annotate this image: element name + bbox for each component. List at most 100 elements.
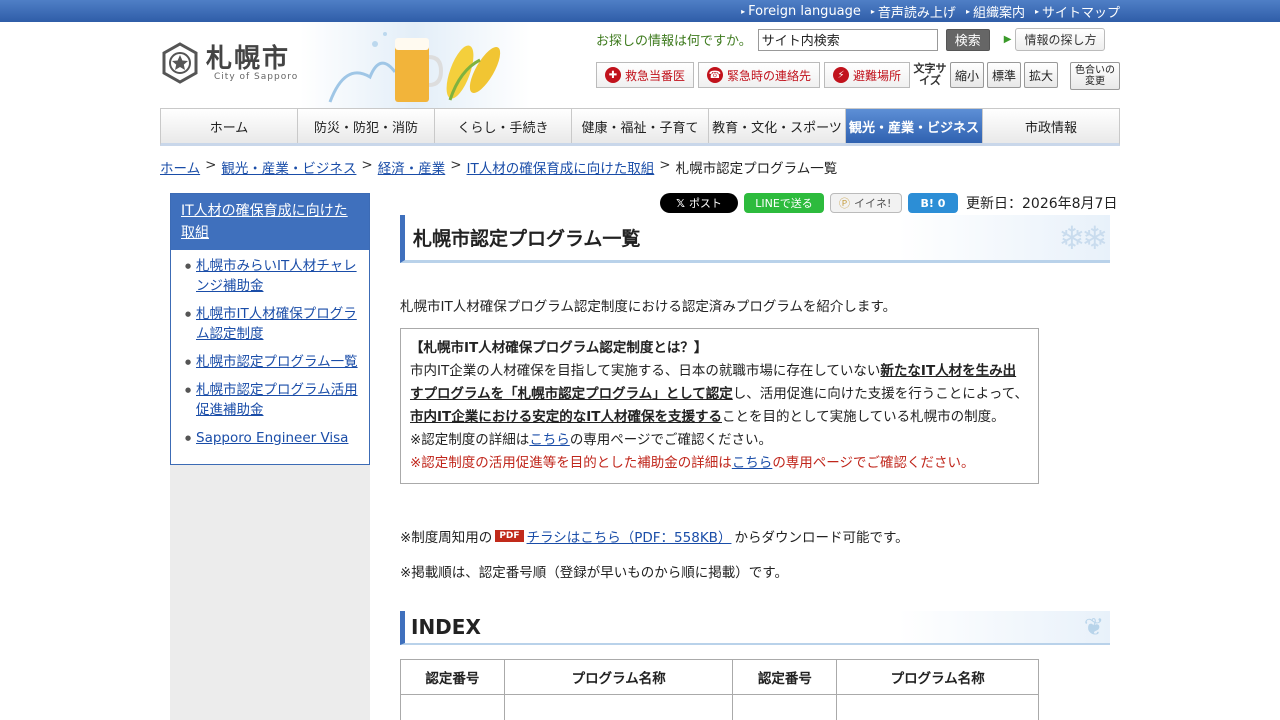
pdf-icon: PDF <box>495 530 524 542</box>
voice-reading-link[interactable]: ▸ 音声読み上げ <box>871 2 956 21</box>
mixi-like-button[interactable]: Ⓟ イイネ! <box>830 193 902 213</box>
breadcrumb-home[interactable]: ホーム <box>160 157 200 177</box>
emergency-doctor-label: 救急当番医 <box>625 68 686 83</box>
play-arrow-icon: ▶ <box>1003 34 1012 45</box>
header-decoration-image <box>300 22 530 108</box>
nav-tourism-business[interactable]: 観光・産業・ビジネス <box>846 109 983 143</box>
program-index-table: 認定番号 プログラム名称 認定番号 プログラム名称 <box>400 659 1039 720</box>
arrow-right-icon: ▸ <box>965 7 970 16</box>
font-standard-button[interactable]: 標準 <box>987 62 1022 88</box>
about-bold-2: 市内IT企業における安定的なIT人材確保を支援する <box>410 409 722 425</box>
flyer-pre-text: ※制度周知用の <box>400 530 493 546</box>
order-note: ※掲載順は、認定番号順（登録が早いものから順に掲載）です。 <box>400 565 788 581</box>
font-smaller-button[interactable]: 縮小 <box>950 62 985 88</box>
hatena-bookmark-button[interactable]: B! 0 <box>908 193 958 213</box>
emergency-contact-button[interactable]: ☎ 緊急時の連絡先 <box>698 62 821 88</box>
about-description: 市内IT企業の人材確保を目指して実施する、日本の就職市場に存在していない新たなI… <box>410 360 1029 429</box>
nav-disaster[interactable]: 防災・防犯・消防 <box>298 109 435 143</box>
search-input[interactable] <box>757 28 938 51</box>
breadcrumb-separator: > <box>361 157 373 173</box>
evacuation-button[interactable]: ⚡ 避難場所 <box>824 62 911 88</box>
page-title: 札幌市認定プログラム一覧 <box>413 228 641 250</box>
foreign-language-link[interactable]: ▸ Foreign language <box>741 2 861 21</box>
updated-date: 更新日：2026年8月7日 <box>966 196 1118 212</box>
site-header: 札幌市 City of Sapporo お探しの情報は何ですか。 サイト内検索 … <box>0 22 1280 108</box>
nav-health[interactable]: 健康・福祉・子育て <box>572 109 709 143</box>
arrow-right-icon: ▸ <box>741 7 746 16</box>
info-guide-label: 情報の探し方 <box>1015 28 1106 51</box>
lightning-icon: ⚡ <box>833 67 850 83</box>
breadcrumb: ホーム > 観光・産業・ビジネス > 経済・産業 > IT人材の確保育成に向けた取組 >… <box>160 157 837 177</box>
breadcrumb-economy[interactable]: 経済・産業 <box>378 157 446 177</box>
foreign-language-label: Foreign language <box>748 4 861 19</box>
font-size-label: 文字サイズ <box>913 62 947 87</box>
table-header-cert-number: 認定番号 <box>400 659 505 695</box>
nav-living[interactable]: くらし・手続き <box>435 109 572 143</box>
flyer-post-text: からダウンロード可能です。 <box>734 530 909 546</box>
about-note-2-post: の専用ページでご確認ください。 <box>772 455 975 471</box>
sidebar-item: 札幌市認定プログラム活用促進補助金 <box>185 380 359 420</box>
about-note-2: ※認定制度の活用促進等を目的とした補助金の詳細はこちらの専用ページでご確認くださ… <box>410 452 1029 475</box>
flyer-note: ※制度周知用の PDF チラシはこちら（PDF：558KB） からダウンロード可… <box>400 526 909 546</box>
color-change-button[interactable]: 色合いの変更 <box>1070 62 1120 90</box>
index-heading-box: INDEX ❦ <box>400 611 1110 645</box>
index-heading: INDEX <box>411 615 481 639</box>
sidebar-item-engineer-visa[interactable]: Sapporo Engineer Visa <box>196 430 348 446</box>
site-logo[interactable]: 札幌市 City of Sapporo <box>160 42 298 86</box>
intro-text: 札幌市IT人材確保プログラム認定制度における認定済みプログラムを紹介します。 <box>400 299 897 315</box>
info-guide-link[interactable]: ▶ 情報の探し方 <box>1004 28 1106 51</box>
x-icon: 𝕏 <box>676 196 685 210</box>
table-header-row: 認定番号 プログラム名称 認定番号 プログラム名称 <box>400 659 1039 695</box>
about-text-3: ことを目的として実施している札幌市の制度。 <box>721 409 1005 425</box>
emergency-contact-label: 緊急時の連絡先 <box>727 68 812 83</box>
social-share-bar: 𝕏 ポスト LINEで送る Ⓟ イイネ! B! 0 更新日：2026年8月7日 <box>660 193 1117 213</box>
table-cell <box>836 694 1039 720</box>
emergency-links: ✚ 救急当番医 ☎ 緊急時の連絡先 ⚡ 避難場所 <box>596 62 911 88</box>
line-share-button[interactable]: LINEで送る <box>744 193 824 213</box>
sidebar-item: 札幌市認定プログラム一覧 <box>185 352 359 372</box>
sidebar-item-promotion-subsidy[interactable]: 札幌市認定プログラム活用促進補助金 <box>196 382 358 418</box>
nav-home[interactable]: ホーム <box>161 109 298 143</box>
x-post-button[interactable]: 𝕏 ポスト <box>660 193 738 213</box>
mixi-like-label: イイネ! <box>854 197 892 210</box>
mixi-icon: Ⓟ <box>839 197 850 210</box>
table-header-cert-number: 認定番号 <box>732 659 838 695</box>
leaf-decoration-icon: ❦ <box>1083 613 1104 641</box>
x-post-label: ポスト <box>688 197 722 210</box>
sidebar-heading-link[interactable]: IT人材の確保育成に向けた取組 <box>181 203 348 241</box>
sidebar-item-challenge-subsidy[interactable]: 札幌市みらいIT人材チャレンジ補助金 <box>196 258 357 294</box>
about-box: 【札幌市IT人材確保プログラム認定制度とは？】 市内IT企業の人材確保を目指して… <box>400 328 1039 484</box>
sidebar-item-program-list[interactable]: 札幌市認定プログラム一覧 <box>196 354 358 370</box>
table-cell <box>732 694 838 720</box>
logo-title: 札幌市 <box>206 44 291 74</box>
about-note-1-post: の専用ページでご確認ください。 <box>569 432 773 448</box>
search-button[interactable]: 検索 <box>945 28 990 51</box>
breadcrumb-tourism[interactable]: 観光・産業・ビジネス <box>221 157 356 177</box>
table-header-program-name: プログラム名称 <box>836 659 1039 695</box>
breadcrumb-it-talent[interactable]: IT人材の確保育成に向けた取組 <box>467 157 655 177</box>
arrow-right-icon: ▸ <box>1034 7 1039 16</box>
font-larger-button[interactable]: 拡大 <box>1024 62 1059 88</box>
table-header-program-name: プログラム名称 <box>503 659 734 695</box>
table-row <box>400 694 1039 720</box>
table-cell <box>400 694 505 720</box>
emergency-doctor-button[interactable]: ✚ 救急当番医 <box>596 62 695 88</box>
global-nav: ホーム 防災・防犯・消防 くらし・手続き 健康・福祉・子育て 教育・文化・スポー… <box>160 108 1120 146</box>
site-search: お探しの情報は何ですか。 検索 ▶ 情報の探し方 <box>596 28 1106 51</box>
snowflake-icon: ❄❄ <box>1058 219 1108 257</box>
nav-city-info[interactable]: 市政情報 <box>983 109 1119 143</box>
sidebar-item-certification[interactable]: 札幌市IT人材確保プログラム認定制度 <box>196 306 357 342</box>
breadcrumb-separator: > <box>659 157 671 173</box>
about-note-1-pre: ※認定制度の詳細は <box>410 432 530 448</box>
top-utility-bar: ▸ Foreign language ▸ 音声読み上げ ▸ 組織案内 ▸ サイトマップ <box>0 0 1280 22</box>
subsidy-detail-link[interactable]: こちら <box>732 455 773 471</box>
voice-reading-label: 音声読み上げ <box>877 6 956 21</box>
sidebar-heading: IT人材の確保育成に向けた取組 <box>171 194 369 250</box>
sidebar-menu: IT人材の確保育成に向けた取組 札幌市みらいIT人材チャレンジ補助金 札幌市IT… <box>170 193 370 465</box>
nav-education[interactable]: 教育・文化・スポーツ <box>709 109 846 143</box>
sitemap-link[interactable]: ▸ サイトマップ <box>1035 2 1120 21</box>
organization-link[interactable]: ▸ 組織案内 <box>966 2 1025 21</box>
flyer-pdf-link[interactable]: チラシはこちら（PDF：558KB） <box>527 526 732 546</box>
certification-detail-link[interactable]: こちら <box>529 432 570 448</box>
about-note-2-pre: ※認定制度の活用促進等を目的とした補助金の詳細は <box>410 455 732 471</box>
